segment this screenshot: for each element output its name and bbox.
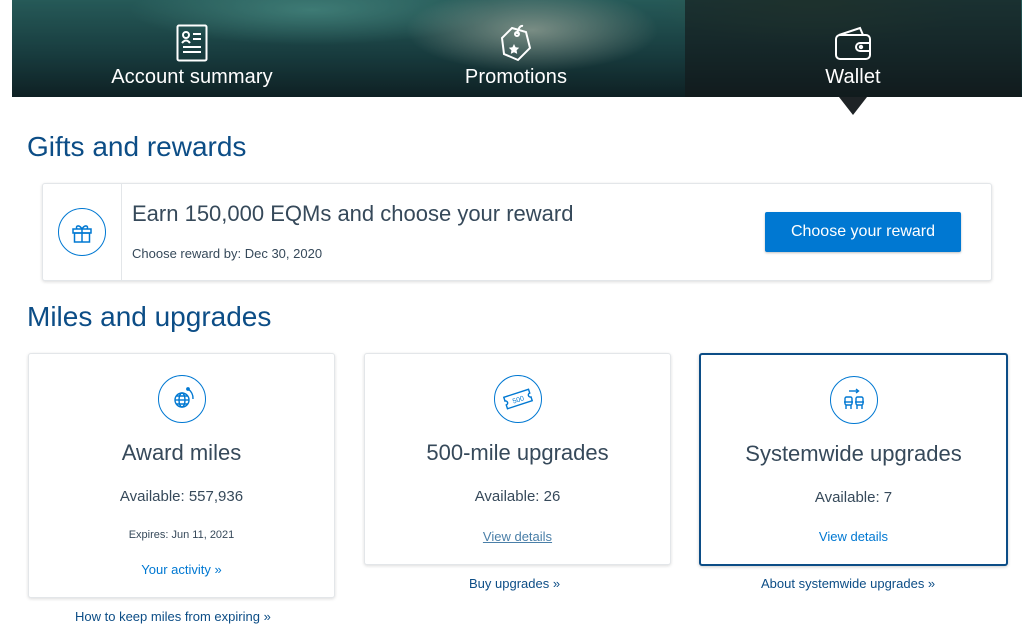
tile-expires: Expires: Jun 11, 2021 [128, 529, 235, 541]
tile-available: Available: 7 [814, 489, 893, 506]
account-summary-icon [172, 22, 212, 64]
buy-upgrades-link[interactable]: Buy upgrades » [469, 576, 560, 591]
systemwide-upgrades-tile[interactable]: Systemwide upgrades Available: 7 View de… [699, 353, 1008, 566]
500-mile-upgrades-tile: 500 500-mile upgrades Available: 26 View… [364, 353, 671, 565]
view-details-link[interactable]: View details [365, 529, 670, 544]
gift-icon [58, 208, 106, 256]
active-tab-pointer [839, 97, 867, 115]
tile-available: Available: 26 [474, 488, 561, 505]
view-details-link[interactable]: View details [701, 529, 1006, 544]
gift-headline: Earn 150,000 EQMs and choose your reward [132, 201, 574, 226]
tab-label: Promotions [464, 66, 568, 88]
tab-label: Wallet [825, 66, 881, 88]
tab-account-summary[interactable]: Account summary [24, 0, 360, 97]
gift-deadline: Choose reward by: Dec 30, 2020 [132, 246, 323, 261]
tab-label: Account summary [111, 66, 273, 88]
tile-available: Available: 557,936 [119, 488, 244, 505]
section-title-gifts: Gifts and rewards [27, 131, 247, 162]
gift-icon-container [43, 184, 122, 280]
tile-title: 500-mile upgrades [426, 440, 609, 465]
tile-title: Award miles [121, 440, 242, 465]
tile-title: Systemwide upgrades [745, 441, 962, 466]
section-title-miles: Miles and upgrades [27, 301, 272, 332]
tab-promotions[interactable]: Promotions [348, 0, 684, 97]
choose-reward-button[interactable]: Choose your reward [765, 212, 961, 252]
tab-wallet[interactable]: Wallet [685, 0, 1021, 97]
hero-nav: Account summary Promotions Wallet [12, 0, 1022, 97]
gift-reward-card: Earn 150,000 EQMs and choose your reward… [42, 183, 992, 281]
seat-upgrade-icon [829, 376, 878, 424]
about-systemwide-link[interactable]: About systemwide upgrades » [761, 576, 935, 591]
ticket-500-icon: 500 [493, 375, 542, 423]
award-miles-tile: Award miles Available: 557,936 Expires: … [28, 353, 335, 598]
keep-miles-link[interactable]: How to keep miles from expiring » [75, 609, 271, 624]
globe-miles-icon [157, 375, 206, 423]
wallet-icon [833, 22, 873, 64]
promotion-tag-icon [496, 22, 536, 64]
your-activity-link[interactable]: Your activity » [29, 562, 334, 577]
